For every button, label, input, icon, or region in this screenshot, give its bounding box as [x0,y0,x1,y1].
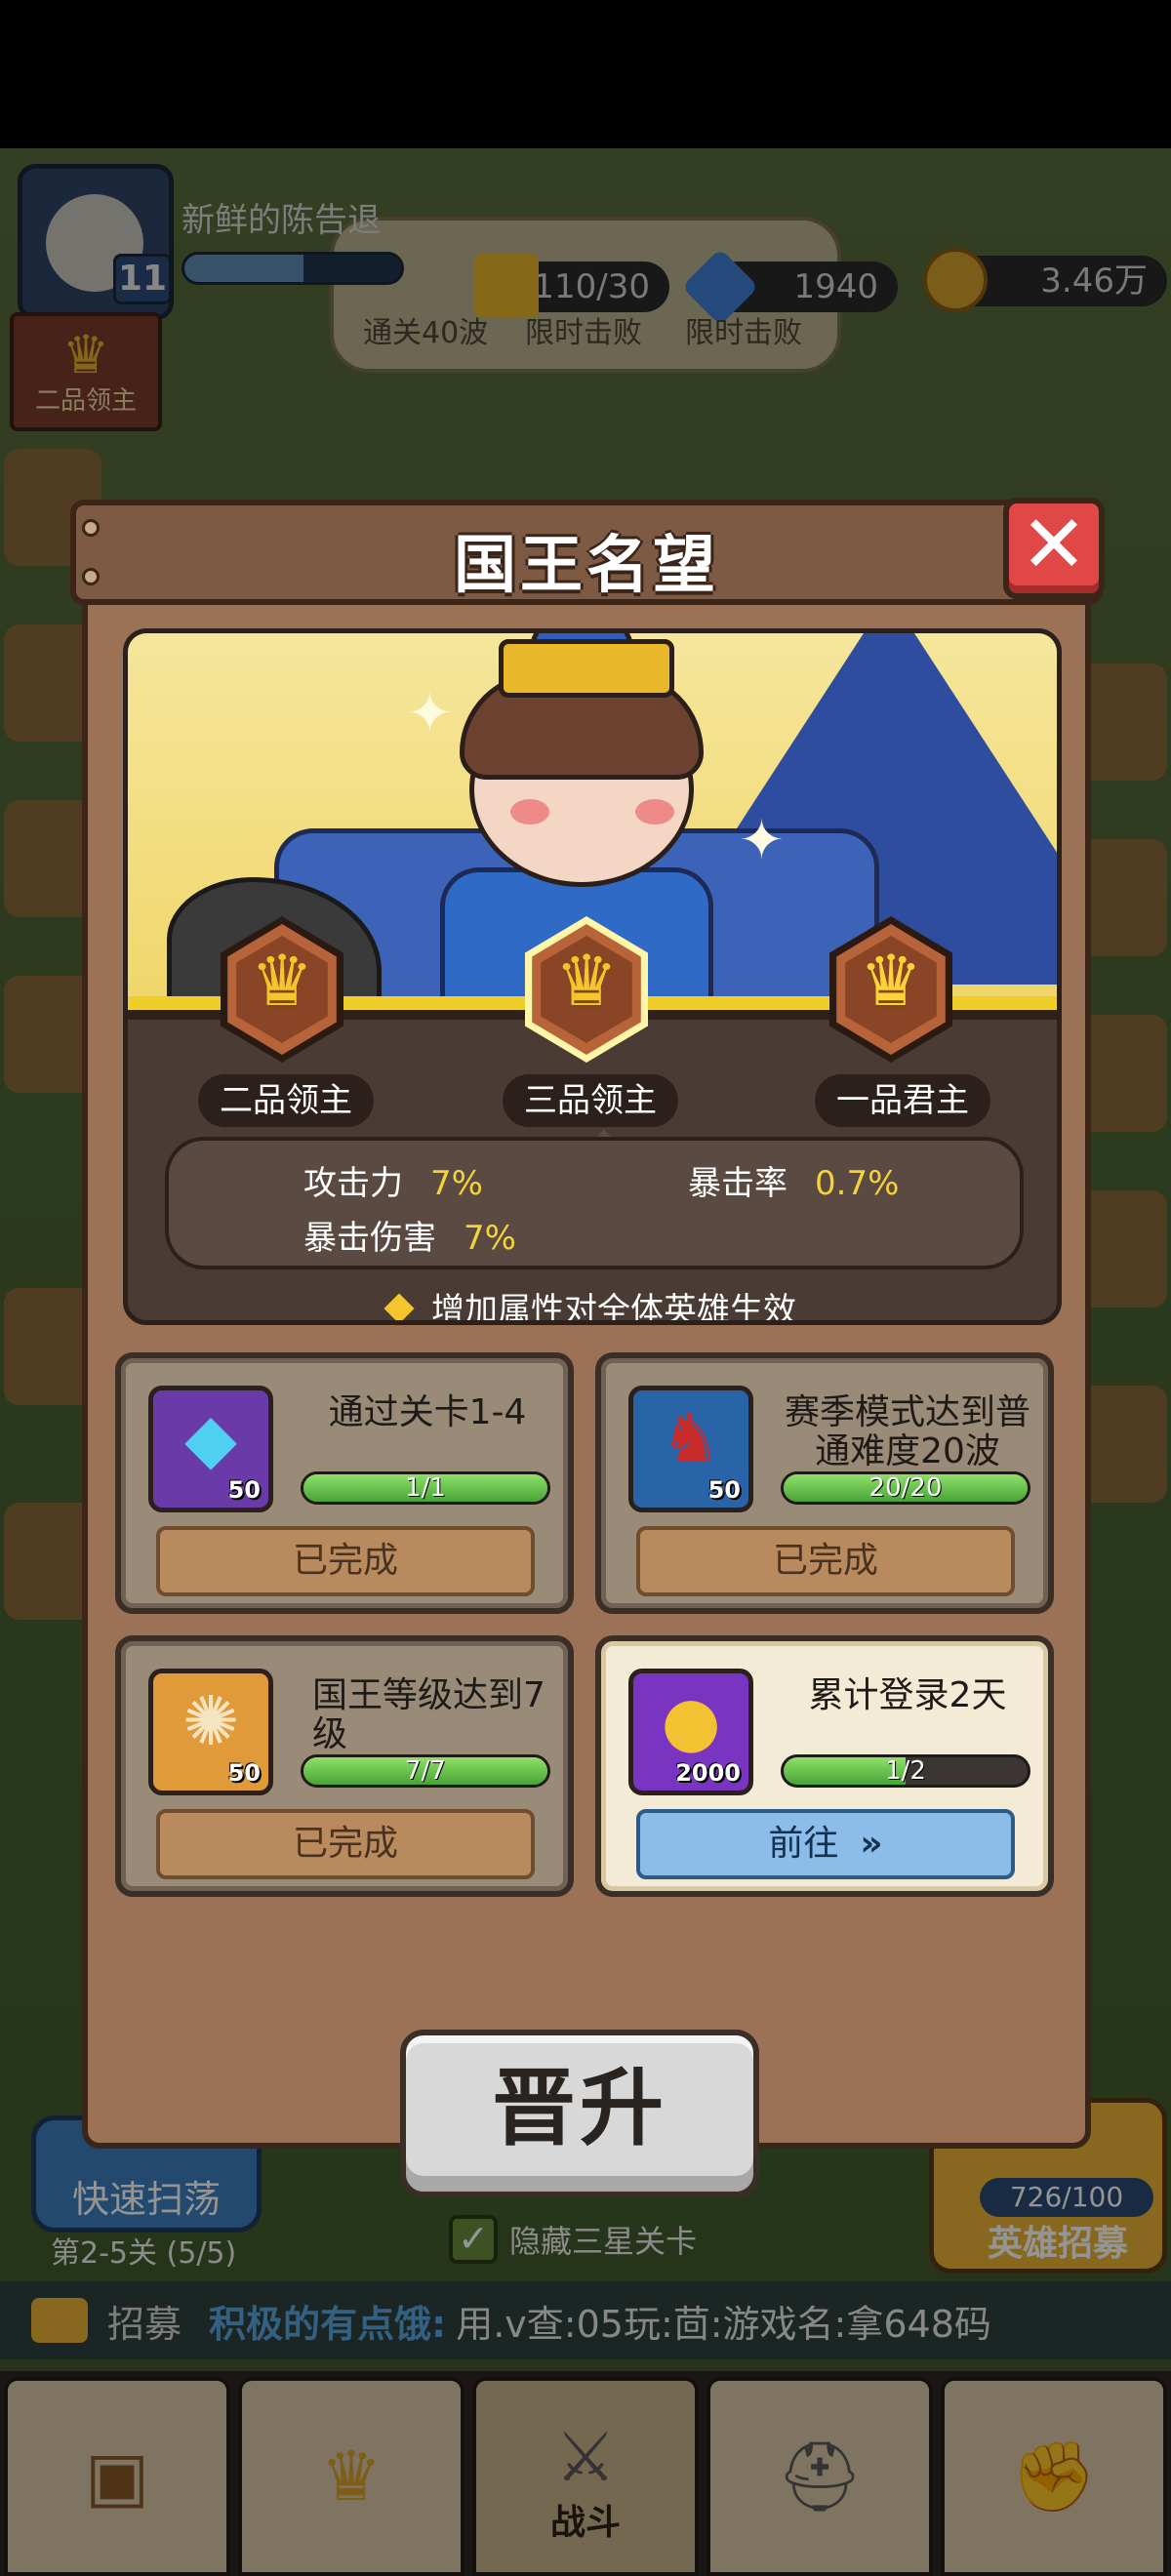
task-progress-text: 1/1 [405,1473,446,1503]
task-progress-bar: 20/20 [781,1471,1030,1505]
stat-key: 暴击伤害 [303,1219,436,1258]
stat-value: 7% [464,1219,516,1258]
task-title: 国王等级达到7级 [312,1675,545,1754]
sparkle-icon: ✦ [407,682,453,745]
gear-medal-icon: ✺ [182,1681,240,1761]
gem-icon: ◆ [184,1398,237,1478]
reward-qty: 50 [707,1476,741,1504]
task-card-active: ● 2000 累计登录2天 1/2 前往 » [595,1635,1054,1897]
task-card: ✺ 50 国王等级达到7级 7/7 已完成 [115,1635,574,1897]
task-completed-button[interactable]: 已完成 [156,1809,535,1879]
rank-label: 一品君主 [815,1074,990,1127]
close-icon: ✕ [1020,499,1088,591]
task-completed-button[interactable]: 已完成 [636,1526,1015,1596]
task-reward: ◆ 50 [148,1386,273,1512]
task-go-label: 前往 [768,1824,839,1864]
task-title: 累计登录2天 [808,1675,1007,1715]
promote-button[interactable]: 晋升 [400,2030,759,2197]
bonus-note-text: 增加属性对全体英雄生效 [431,1291,796,1325]
task-progress-bar: 1/1 [301,1471,550,1505]
rank-stats-box: 攻击力 7% 暴击率 0.7% 暴击伤害 7% [165,1137,1024,1269]
king-prestige-modal: ✦ ✦ ♛ ♛ ♛ 二品领主 三品领主 一品君主 攻击力 7% 暴击率 0.7%… [70,498,1105,2197]
stat-crit-rate: 暴击率 0.7% [688,1156,899,1204]
task-go-button[interactable]: 前往 » [636,1809,1015,1879]
close-button[interactable]: ✕ [1003,498,1105,599]
modal-title: 国王名望 [454,530,719,602]
stat-key: 暴击率 [688,1164,787,1203]
rank-label: 二品领主 [198,1074,374,1127]
reward-qty: 50 [227,1476,261,1504]
task-progress-bar: 1/2 [781,1754,1030,1788]
crown-band-shape [499,639,674,698]
blush-shape [510,799,549,825]
stat-value: 0.7% [815,1164,900,1203]
stat-crit-damage: 暴击伤害 7% [303,1211,516,1259]
task-reward: ♞ 50 [628,1386,753,1512]
bonus-note: 增加属性对全体英雄生效 [128,1283,1057,1325]
stat-value: 7% [430,1164,483,1203]
task-title: 赛季模式达到普通难度20波 [784,1392,1030,1471]
task-card: ♞ 50 赛季模式达到普通难度20波 20/20 已完成 [595,1352,1054,1614]
modal-body: ✦ ✦ ♛ ♛ ♛ 二品领主 三品领主 一品君主 攻击力 7% 暴击率 0.7%… [82,593,1091,2197]
rank-node-third-lord[interactable]: ♛ [518,916,655,1063]
task-completed-button[interactable]: 已完成 [156,1526,535,1596]
task-reward: ✺ 50 [148,1669,273,1795]
jeweled-crown-icon: ♛ [859,940,923,1022]
gold-coin-icon: ● [661,1681,721,1761]
task-title: 通过关卡1-4 [328,1392,527,1432]
task-card: ◆ 50 通过关卡1-4 1/1 已完成 [115,1352,574,1614]
devil-icon: ♞ [660,1398,722,1478]
double-chevron-right-icon: » [860,1824,883,1864]
crown-icon: ♛ [250,940,314,1022]
sparkle-icon: ✦ [739,809,785,872]
stat-attack: 攻击力 7% [303,1156,483,1204]
stat-key: 攻击力 [303,1164,403,1203]
reward-qty: 2000 [675,1759,741,1787]
diamond-bullet-icon [384,1293,415,1320]
task-reward: ● 2000 [628,1669,753,1795]
task-progress-text: 20/20 [868,1473,943,1503]
task-progress-bar: 7/7 [301,1754,550,1788]
reward-qty: 50 [227,1759,261,1787]
blush-shape [635,799,674,825]
crown-icon: ♛ [554,940,619,1022]
rank-node-second-lord[interactable]: ♛ [214,916,350,1063]
task-progress-text: 1/2 [885,1756,926,1786]
rank-node-first-monarch[interactable]: ♛ [823,916,959,1063]
rank-label-active: 三品领主 [503,1074,678,1127]
rank-banner: ✦ ✦ ♛ ♛ ♛ 二品领主 三品领主 一品君主 攻击力 7% 暴击率 0.7%… [123,628,1062,1325]
task-progress-text: 7/7 [405,1756,446,1786]
